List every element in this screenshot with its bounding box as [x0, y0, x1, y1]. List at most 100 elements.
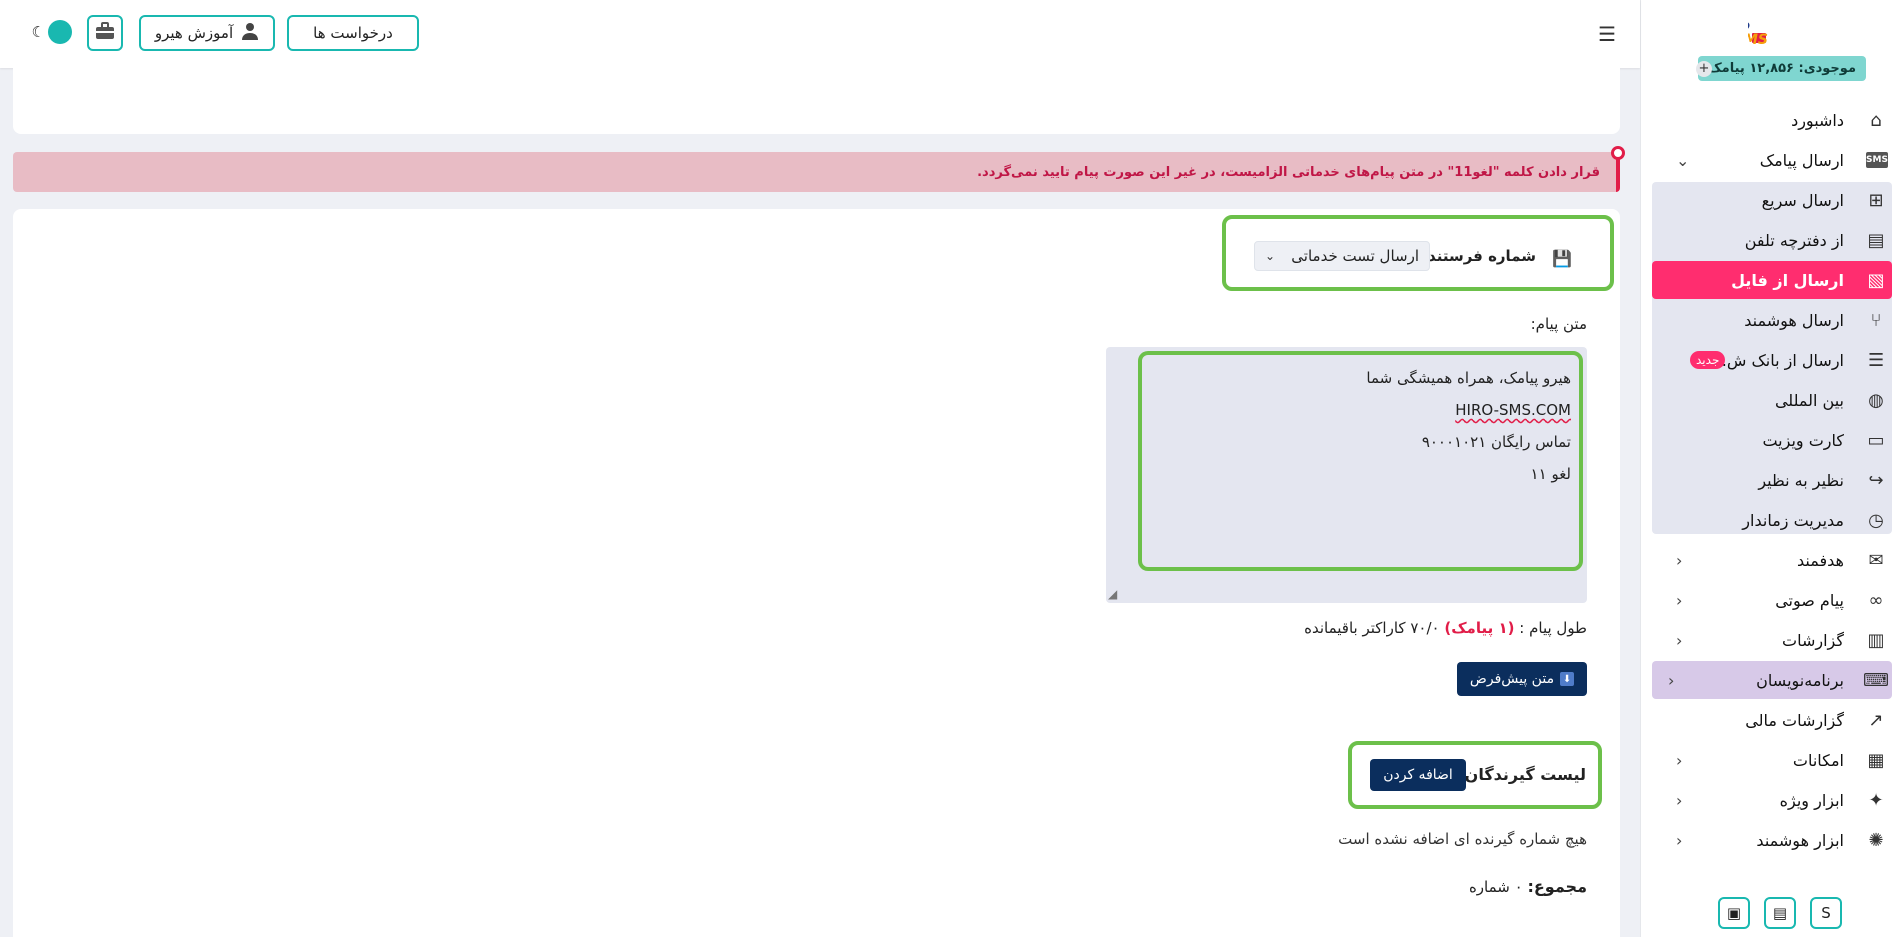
import-icon: ⬇	[1560, 672, 1575, 686]
sidebar-item-label: مدیریت زماندار	[1742, 510, 1844, 530]
hiro-training-button[interactable]: آموزش هیرو	[139, 15, 275, 51]
excel-file-icon: ▧	[1867, 269, 1885, 291]
sidebar-item-quick-send[interactable]: ⊞ ارسال سریع	[1652, 181, 1892, 219]
sidebar-item-label: ارسال پیامک	[1759, 150, 1844, 170]
info-card	[13, 68, 1620, 134]
sender-number-row: 💾 شماره فرستنده : ارسال تست خدماتی ⌄	[1222, 215, 1614, 291]
default-text-button[interactable]: ⬇ متن پیش‌فرض	[1457, 662, 1587, 696]
send-from-file-form: 💾 شماره فرستنده : ارسال تست خدماتی ⌄ متن…	[13, 209, 1620, 937]
sidebar-item-send-from-bank[interactable]: ☰ ارسال از بانک ش... جدید	[1652, 341, 1892, 379]
briefcase-icon	[95, 22, 115, 44]
browser-window-icon[interactable]: ▣	[1718, 897, 1750, 929]
recipients-total: مجموع: ۰ شماره	[1469, 877, 1587, 896]
add-recipient-button[interactable]: اضافه کردن	[1370, 759, 1466, 791]
chevron-left-icon: ‹	[1676, 790, 1683, 810]
sidebar-item-reports[interactable]: ▥ گزارشات ‹	[1650, 621, 1902, 659]
sidebar-item-targeted[interactable]: ✉ هدفمند ‹	[1650, 541, 1902, 579]
requests-button[interactable]: درخواست ها	[287, 15, 419, 51]
code-icon: ⌨	[1863, 669, 1889, 691]
sparkle-icon: ✦	[1868, 789, 1884, 811]
finance-chart-icon: ↗	[1868, 709, 1884, 731]
balance-badge: موجودی: ۱۲,۸۵۶ پیامک	[1698, 56, 1866, 81]
sidebar-item-international[interactable]: ◍ بین المللی	[1652, 381, 1892, 419]
sidebar-item-send-from-file[interactable]: ▧ ارسال از فایل	[1652, 261, 1892, 299]
total-label: مجموع:	[1527, 877, 1587, 896]
git-branch-icon: ⑂	[1870, 309, 1882, 331]
database-icon: ☰	[1867, 349, 1885, 371]
dollar-icon[interactable]: S	[1810, 897, 1842, 929]
home-icon: ⌂	[1870, 109, 1882, 131]
sidebar-item-label: ارسال از بانک ش...	[1711, 350, 1844, 370]
no-recipients-message: هیچ شماره گیرنده ای اضافه نشده است	[1338, 830, 1587, 848]
contact-card-icon[interactable]: ▤	[1764, 897, 1796, 929]
sidebar-item-label: هدفمند	[1797, 550, 1844, 570]
briefcase-button[interactable]	[87, 15, 123, 51]
requests-label: درخواست ها	[313, 24, 393, 42]
plus-square-icon: ⊞	[1868, 189, 1884, 211]
message-line: HIRO-SMS.COM	[1455, 401, 1571, 419]
hamburger-menu-icon[interactable]: ☰	[1598, 22, 1616, 46]
sender-number-value: ارسال تست خدماتی	[1291, 247, 1419, 265]
sidebar-item-label: پیام صوتی	[1775, 590, 1844, 610]
sidebar-item-label: ابزار هوشمند	[1756, 830, 1844, 850]
sidebar-item-smart-send[interactable]: ⑂ ارسال هوشمند	[1652, 301, 1892, 339]
service-message-alert: قرار دادن کلمه "لغو11" در متن پیام‌های خ…	[13, 146, 1625, 192]
sidebar-item-label: برنامه‌نویسان	[1756, 670, 1844, 690]
message-textarea[interactable]: هیرو پیامک، همراه همیشگی شما HIRO-SMS.CO…	[1106, 347, 1587, 603]
calculator-icon: ▦	[1867, 749, 1885, 771]
sidebar-item-label: بین المللی	[1774, 390, 1844, 410]
default-text-label: متن پیش‌فرض	[1469, 671, 1555, 687]
sidebar-item-developers[interactable]: ⌨ برنامه‌نویسان ‹	[1652, 661, 1892, 699]
alert-text: قرار دادن کلمه "لغو11" در متن پیام‌های خ…	[977, 164, 1600, 180]
sidebar-item-label: گزارشات	[1782, 630, 1844, 650]
sidebar-item-business-card[interactable]: ▭ کارت ویزیت	[1652, 421, 1892, 459]
sidebar-item-label: کارت ویزیت	[1762, 430, 1844, 450]
hiro-sms-logo[interactable]: hiro SMS	[1719, 16, 1804, 50]
add-balance-button[interactable]: +	[1696, 61, 1712, 77]
chevron-left-icon: ‹	[1668, 670, 1675, 690]
sidebar-item-label: داشبورد	[1791, 110, 1844, 130]
sidebar-item-phonebook[interactable]: ▤ از دفترچه تلفن	[1652, 221, 1892, 259]
report-icon: ▥	[1867, 629, 1885, 651]
hiro-training-label: آموزش هیرو	[154, 24, 234, 42]
sidebar-item-smart-tools[interactable]: ✺ ابزار هوشمند ‹	[1650, 821, 1902, 859]
sms-icon: SMS	[1866, 152, 1888, 168]
sidebar-item-peer-to-peer[interactable]: ↪ نظیر به نظیر	[1652, 461, 1892, 499]
sidebar-item-dashboard[interactable]: ⌂ داشبورد	[1650, 101, 1902, 139]
sidebar-item-financial-reports[interactable]: ↗ گزارشات مالی	[1650, 701, 1902, 739]
message-line: هیرو پیامک، همراه همیشگی شما	[1366, 369, 1571, 387]
message-text-label: متن پیام:	[1530, 315, 1587, 333]
message-length: طول پیام : (۱ پیامک) ۷۰/۰ کاراکتر باقیما…	[1304, 619, 1587, 637]
sidebar-item-voice-message[interactable]: ∞ پیام صوتی ‹	[1650, 581, 1902, 619]
sms-count: (۱ پیامک)	[1444, 619, 1515, 637]
message-line: تماس رایگان ۹۰۰۰۱۰۲۱	[1421, 433, 1571, 451]
id-card-icon: ▭	[1867, 429, 1885, 451]
remaining-characters: ۷۰/۰ کاراکتر باقیمانده	[1304, 619, 1440, 637]
globe-icon: ◍	[1868, 389, 1884, 411]
target-message-icon: ✉	[1868, 549, 1884, 571]
sidebar-item-label: ارسال سریع	[1761, 190, 1844, 210]
sidebar-item-label: ارسال از فایل	[1731, 270, 1844, 290]
sidebar-item-label: امکانات	[1792, 750, 1844, 770]
resize-handle-icon[interactable]: ◢	[1108, 587, 1117, 601]
sidebar-item-features[interactable]: ▦ امکانات ‹	[1650, 741, 1902, 779]
top-bar: ☰ درخواست ها آموزش هیرو ☾	[0, 0, 1640, 68]
sidebar-item-label: ارسال هوشمند	[1744, 310, 1844, 330]
chevron-down-icon: ⌄	[1265, 249, 1276, 263]
sidebar-item-scheduled[interactable]: ◷ مدیریت زماندار	[1652, 501, 1892, 539]
sidebar: hiro SMS موجودی: ۱۲,۸۵۶ پیامک + ⌂ داشبور…	[1640, 0, 1902, 937]
recipients-row: لیست گیرندگان : اضافه کردن	[1348, 741, 1602, 809]
sender-number-select[interactable]: ارسال تست خدماتی ⌄	[1254, 241, 1430, 271]
svg-text:SMS: SMS	[1748, 32, 1768, 48]
sidebar-item-special-tools[interactable]: ✦ ابزار ویژه ‹	[1650, 781, 1902, 819]
save-icon[interactable]: 💾	[1552, 249, 1572, 268]
message-line: لغو ۱۱	[1530, 465, 1571, 483]
sidebar-item-label: نظیر به نظیر	[1758, 470, 1844, 490]
phonebook-icon: ▤	[1867, 229, 1885, 251]
theme-toggle[interactable]: ☾	[12, 17, 72, 47]
pin-icon	[1611, 146, 1625, 160]
total-value: ۰ شماره	[1468, 878, 1523, 896]
sidebar-item-send-sms[interactable]: SMS ارسال پیامک ⌄	[1650, 141, 1902, 179]
recipients-label: لیست گیرندگان :	[1452, 765, 1586, 784]
moon-icon: ☾	[31, 23, 45, 41]
